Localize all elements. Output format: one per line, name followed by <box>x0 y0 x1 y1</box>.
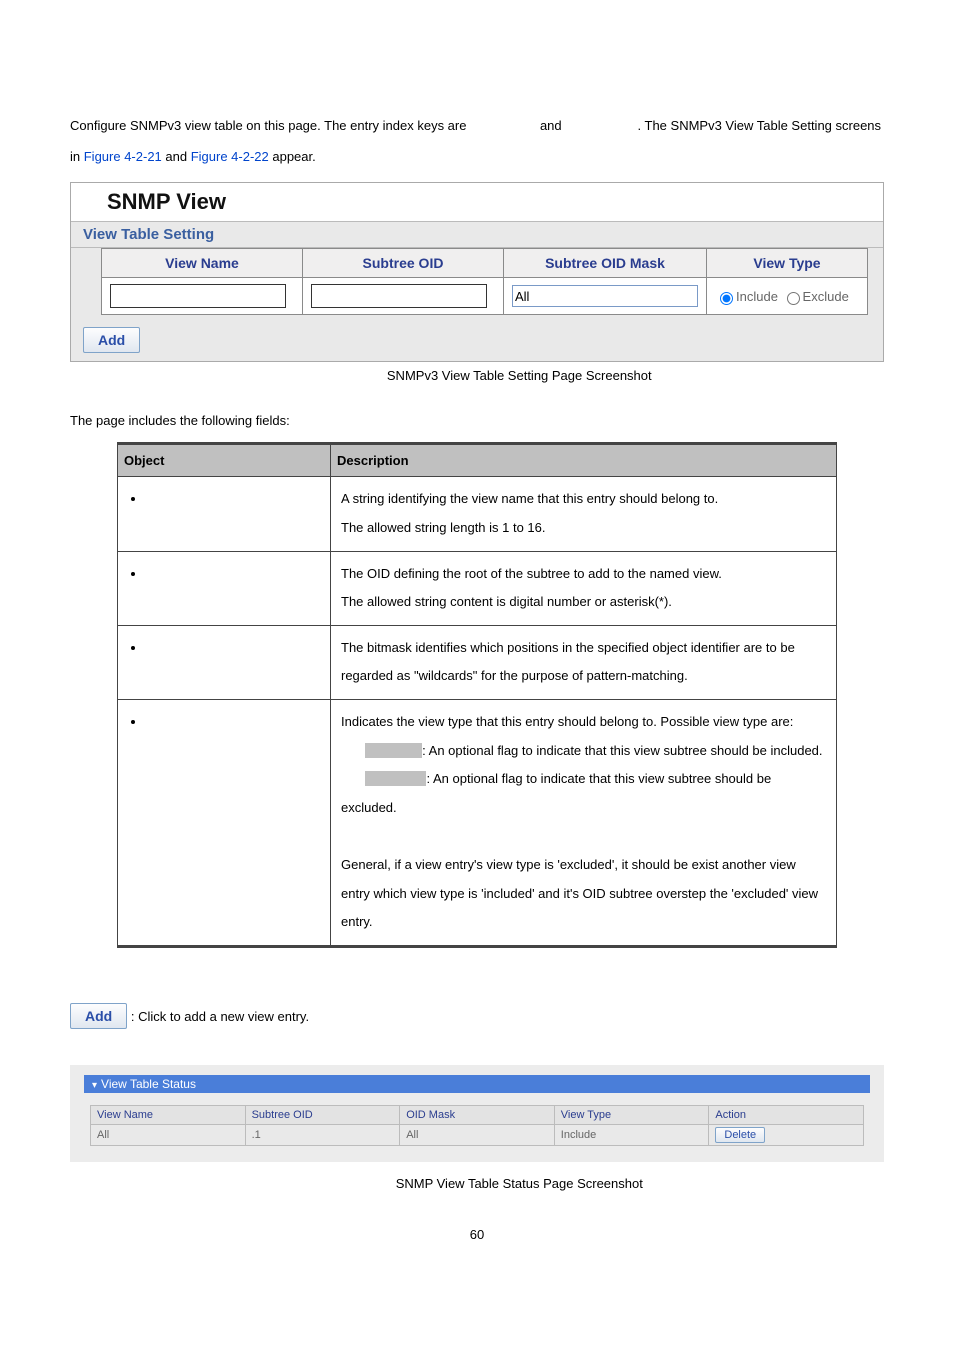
param-obj-2: Subtree OID Mask <box>146 640 253 655</box>
s2-subtree-oid: .1 <box>245 1124 400 1145</box>
s2-view-name-h: View Name <box>91 1105 246 1124</box>
view-name-input[interactable] <box>110 284 286 308</box>
add-button[interactable]: Add <box>83 327 140 353</box>
table-row: All .1 All Include Delete <box>91 1124 864 1145</box>
add-button-illustration: Add <box>70 1003 127 1029</box>
intro-text-3: appear. <box>269 149 316 164</box>
col-oid-mask: Subtree OID Mask <box>504 249 707 278</box>
col-view-type: View Type <box>707 249 868 278</box>
view-table-status-title: ▾View Table Status <box>84 1075 870 1093</box>
view-table-setting-title: View Table Setting <box>71 222 883 248</box>
intro-key-2: OID Subtree <box>565 118 637 133</box>
caption1-prefix: Figure 4-2-21 <box>302 368 387 383</box>
param-obj-1: Subtree OID <box>146 566 218 581</box>
param-desc-3: Indicates the view type that this entry … <box>331 699 837 946</box>
add-button-desc: : Click to add a new view entry. <box>131 1009 309 1024</box>
param-desc-2: The bitmask identifies which positions i… <box>331 625 837 699</box>
snmp-view-title: SNMP View <box>107 189 226 214</box>
param-desc-0: A string identifying the view name that … <box>331 477 837 551</box>
delete-button[interactable]: Delete <box>715 1127 765 1143</box>
col-subtree-oid: Subtree OID <box>303 249 504 278</box>
caption2-prefix: Figure 4-2-22 <box>311 1176 396 1191</box>
s2-view-name: All <box>91 1124 246 1145</box>
parameter-table: Object Description View Name A string id… <box>117 442 837 947</box>
caption-1: SNMPv3 View Table Setting Page Screensho… <box>387 368 652 383</box>
include-label: Include <box>736 289 778 304</box>
exclude-radio[interactable] <box>787 292 800 305</box>
param-obj-0: View Name <box>146 491 212 506</box>
snmp-view-screenshot-1: SNMP View View Table Setting View Name S… <box>70 182 884 362</box>
col-view-name: View Name <box>102 249 303 278</box>
s2-oid-mask: All <box>400 1124 555 1145</box>
param-header-object: Object <box>118 444 331 477</box>
figure-link-1[interactable]: Figure 4-2-21 <box>84 149 162 164</box>
page-number: 60 <box>0 1227 954 1242</box>
view-table-setting: View Name Subtree OID Subtree OID Mask V… <box>101 248 868 315</box>
intro-and: and <box>536 118 565 133</box>
s2-action-h: Action <box>709 1105 864 1124</box>
s2-subtree-oid-h: Subtree OID <box>245 1105 400 1124</box>
s2-view-type-h: View Type <box>554 1105 709 1124</box>
s2-oid-mask-h: OID Mask <box>400 1105 555 1124</box>
exclude-label: Exclude <box>803 289 849 304</box>
oid-mask-input[interactable] <box>512 285 698 307</box>
fields-intro: The page includes the following fields: <box>0 383 954 428</box>
subtree-oid-input[interactable] <box>311 284 487 308</box>
view-table-status: View Name Subtree OID OID Mask View Type… <box>90 1105 864 1146</box>
include-radio[interactable] <box>720 292 733 305</box>
param-desc-1: The OID defining the root of the subtree… <box>331 551 837 625</box>
caption-2: SNMP View Table Status Page Screenshot <box>396 1176 643 1191</box>
param-obj-3: View Type <box>146 714 206 729</box>
param-header-desc: Description <box>331 444 837 477</box>
view-table-status-screenshot: ▾View Table Status View Name Subtree OID… <box>70 1065 884 1162</box>
figure-link-2[interactable]: Figure 4-2-22 <box>191 149 269 164</box>
intro-text-1: Configure SNMPv3 view table on this page… <box>70 118 470 133</box>
intro-and-2: and <box>162 149 191 164</box>
chevron-down-icon: ▾ <box>92 1080 97 1091</box>
s2-view-type: Include <box>554 1124 709 1145</box>
intro-key-1: View Name <box>470 118 536 133</box>
